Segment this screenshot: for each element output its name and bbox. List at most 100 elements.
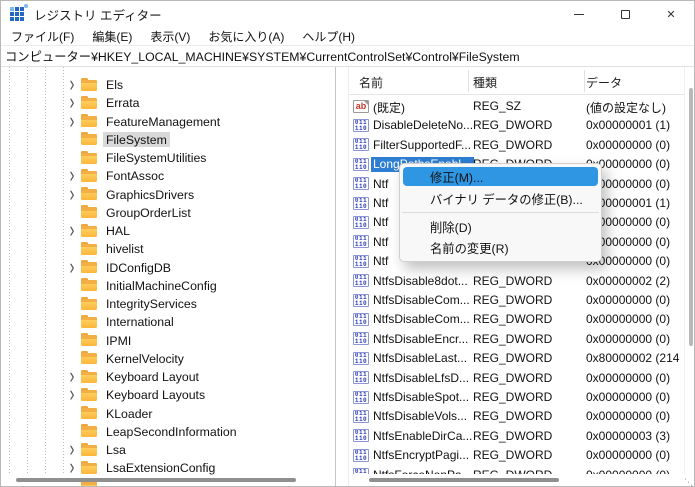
list-horizontal-scrollbar[interactable]: [349, 475, 684, 485]
value-name: NtfsEncryptPagi...: [373, 448, 470, 463]
menubar-item[interactable]: 編集(E): [83, 28, 141, 45]
menubar-item[interactable]: ヘルプ(H): [293, 28, 364, 45]
chevron-right-icon[interactable]: ›: [63, 256, 81, 279]
address-bar-input[interactable]: コンピューター¥HKEY_LOCAL_MACHINE¥SYSTEM¥Curren…: [1, 45, 694, 67]
column-header-name[interactable]: 名前: [359, 74, 383, 91]
menu-bar: ファイル(F) 編集(E) 表示(V) お気に入り(A) ヘルプ(H): [1, 28, 694, 45]
context-menu-item[interactable]: 修正(M)...: [403, 167, 598, 186]
value-data: (値の設定なし): [586, 101, 666, 115]
tree-item[interactable]: › IPMI: [1, 332, 335, 350]
context-menu-item[interactable]: 名前の変更(R): [403, 237, 598, 258]
value-type: REG_DWORD: [473, 273, 553, 288]
column-header-data[interactable]: データ: [586, 74, 622, 91]
folder-icon: [81, 187, 97, 200]
chevron-right-icon[interactable]: ›: [63, 110, 81, 133]
tree-item[interactable]: › Lsa: [1, 438, 335, 461]
tree-item-label: GraphicsDrivers: [106, 187, 195, 202]
value-name: (既定): [373, 101, 405, 115]
maximize-button[interactable]: [602, 1, 648, 28]
value-type-icon: 011110: [353, 390, 369, 404]
tree-item-label: FileSystem: [103, 132, 170, 148]
list-hscrollbar-thumb[interactable]: [369, 478, 559, 482]
value-type-icon: 011110: [353, 468, 369, 474]
column-resize-handle[interactable]: [584, 70, 585, 92]
table-row[interactable]: 011 110 NtfsDisableCom... REG_DWORD 0x000…: [349, 310, 684, 329]
chevron-right-icon[interactable]: ›: [63, 183, 81, 206]
value-type: REG_DWORD: [473, 331, 553, 346]
tree-item[interactable]: › Errata: [1, 91, 335, 114]
tree-item-label: LsaExtensionConfig: [106, 461, 216, 476]
tree-item[interactable]: › Keyboard Layout: [1, 365, 335, 388]
tree-item[interactable]: › HAL: [1, 219, 335, 242]
tree-item-label: FeatureManagement: [106, 114, 221, 129]
value-type-icon: 011110: [353, 371, 369, 385]
table-row[interactable]: ab (既定) REG_SZ (値の設定なし): [349, 97, 684, 116]
tree-horizontal-scrollbar[interactable]: [1, 475, 336, 485]
tree-item[interactable]: › GraphicsDrivers: [1, 183, 335, 206]
table-row[interactable]: 011 110 NtfsEnableDirCa... REG_DWORD 0x00…: [349, 427, 684, 446]
resize-grip-icon[interactable]: ⋱: [684, 477, 694, 486]
value-type-icon: 011110: [353, 118, 369, 132]
tree-item[interactable]: › IDConfigDB: [1, 256, 335, 279]
value-name: NtfsForceNonPa...: [371, 468, 475, 474]
table-row[interactable]: 011 110 NtfsDisableLfsD... REG_DWORD 0x00…: [349, 369, 684, 388]
chevron-right-icon[interactable]: ›: [63, 219, 81, 242]
value-data: 0x80000002 (214: [586, 351, 680, 366]
context-menu-item[interactable]: バイナリ データの修正(B)...: [403, 188, 598, 209]
table-row[interactable]: 011 110 NtfsEncryptPagi... REG_DWORD 0x00…: [349, 446, 684, 465]
tree-item[interactable]: › IntegrityServices: [1, 295, 335, 313]
table-row[interactable]: 011 110 NtfsDisableCom... REG_DWORD 0x000…: [349, 291, 684, 310]
tree-item[interactable]: › Els: [1, 73, 335, 96]
tree-item[interactable]: › FileSystem: [1, 131, 335, 149]
chevron-right-icon[interactable]: ›: [63, 456, 81, 479]
tree-item[interactable]: › Keyboard Layouts: [1, 383, 335, 406]
table-row[interactable]: 011 110 DisableDeleteNo... REG_DWORD 0x00…: [349, 116, 684, 135]
tree-item[interactable]: › GroupOrderList: [1, 204, 335, 222]
vertical-scrollbar-thumb[interactable]: [689, 88, 693, 346]
tree-item-label: Errata: [106, 96, 140, 111]
column-resize-handle[interactable]: [468, 70, 469, 92]
tree-item[interactable]: › KLoader: [1, 405, 335, 423]
table-row[interactable]: 011 110 NtfsDisableVols... REG_DWORD 0x00…: [349, 407, 684, 426]
folder-icon: [81, 132, 97, 146]
value-name: Ntf: [373, 176, 389, 191]
column-header-type[interactable]: 種類: [473, 74, 497, 91]
table-row[interactable]: 011 110 FilterSupportedF... REG_DWORD 0x0…: [349, 136, 684, 155]
menubar-item[interactable]: 表示(V): [141, 28, 199, 45]
value-name: Ntf: [373, 196, 389, 210]
folder-icon: [81, 205, 97, 219]
context-menu-item[interactable]: 削除(D): [403, 216, 598, 237]
table-row[interactable]: 011 110 NtfsDisableEncr... REG_DWORD 0x00…: [349, 330, 684, 349]
value-type-icon: 011110: [353, 448, 369, 462]
value-type-icon: 011110: [353, 254, 369, 268]
tree-item[interactable]: › hivelist: [1, 240, 335, 258]
table-row[interactable]: 011110 NtfsForceNonPa... REG_DWORD 0x000…: [349, 466, 684, 474]
minimize-button[interactable]: [556, 1, 602, 28]
tree-item[interactable]: › FeatureManagement: [1, 110, 335, 133]
tree-hscrollbar-thumb[interactable]: [16, 478, 296, 482]
menubar-item[interactable]: お気に入り(A): [199, 28, 293, 45]
column-separator: [684, 67, 685, 474]
vertical-scrollbar[interactable]: [687, 88, 694, 474]
tree-item[interactable]: › LeapSecondInformation: [1, 423, 335, 441]
tree-item[interactable]: › KernelVelocity: [1, 350, 335, 368]
close-button[interactable]: ✕: [648, 1, 694, 28]
chevron-right-icon[interactable]: ›: [63, 383, 81, 406]
table-row[interactable]: 011 110 NtfsDisableSpot... REG_DWORD 0x00…: [349, 388, 684, 407]
tree-item-label: FileSystemUtilities: [106, 151, 207, 165]
value-name: FilterSupportedF...: [373, 137, 472, 152]
folder-icon: [81, 241, 97, 255]
table-row[interactable]: 011 110 NtfsDisable8dot... REG_DWORD 0x00…: [349, 272, 684, 291]
tree-item[interactable]: › FileSystemUtilities: [1, 149, 335, 167]
tree-item[interactable]: › International: [1, 313, 335, 331]
close-icon: ✕: [666, 9, 676, 21]
value-type-icon: 011110: [353, 293, 369, 307]
value-type: REG_DWORD: [473, 293, 553, 307]
list-header: 名前 種類 データ: [349, 67, 684, 95]
registry-tree-pane[interactable]: › Els › Errata › FeatureManagement › Fil…: [1, 67, 336, 486]
menubar-item[interactable]: ファイル(F): [2, 28, 83, 45]
tree-item[interactable]: › InitialMachineConfig: [1, 277, 335, 295]
table-row[interactable]: 011 110 NtfsDisableLast... REG_DWORD 0x80…: [349, 349, 684, 368]
tree-item-label: hivelist: [106, 242, 144, 257]
tree-item[interactable]: › FontAssoc: [1, 164, 335, 187]
